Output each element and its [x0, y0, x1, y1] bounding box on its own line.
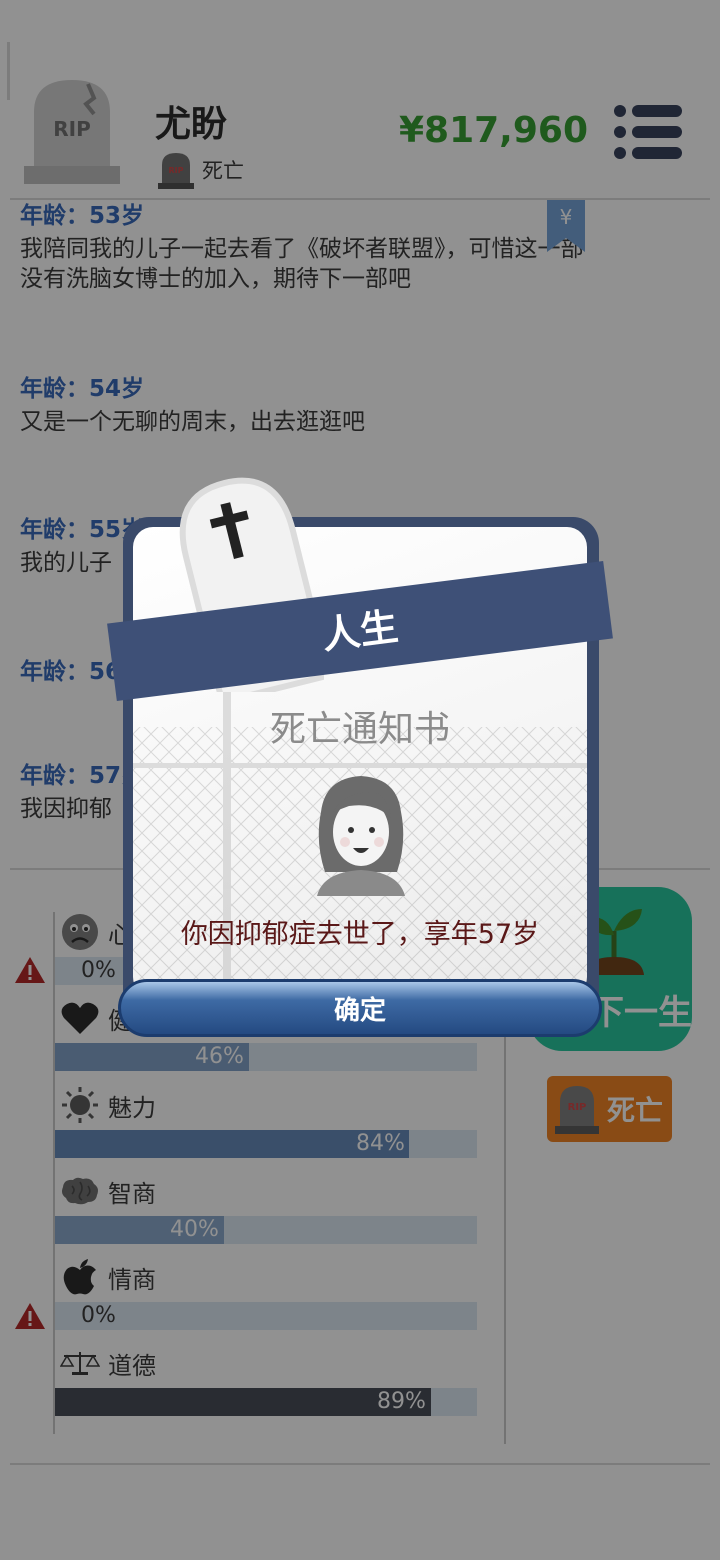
dialog-heading: 死亡通知书 [269, 709, 450, 750]
death-message: 你因抑郁症去世了，享年57岁 [180, 919, 540, 950]
confirm-button-label: 确定 [333, 995, 386, 1026]
confirm-button[interactable]: 确定 [118, 979, 602, 1037]
woman-portrait-icon [317, 776, 405, 896]
